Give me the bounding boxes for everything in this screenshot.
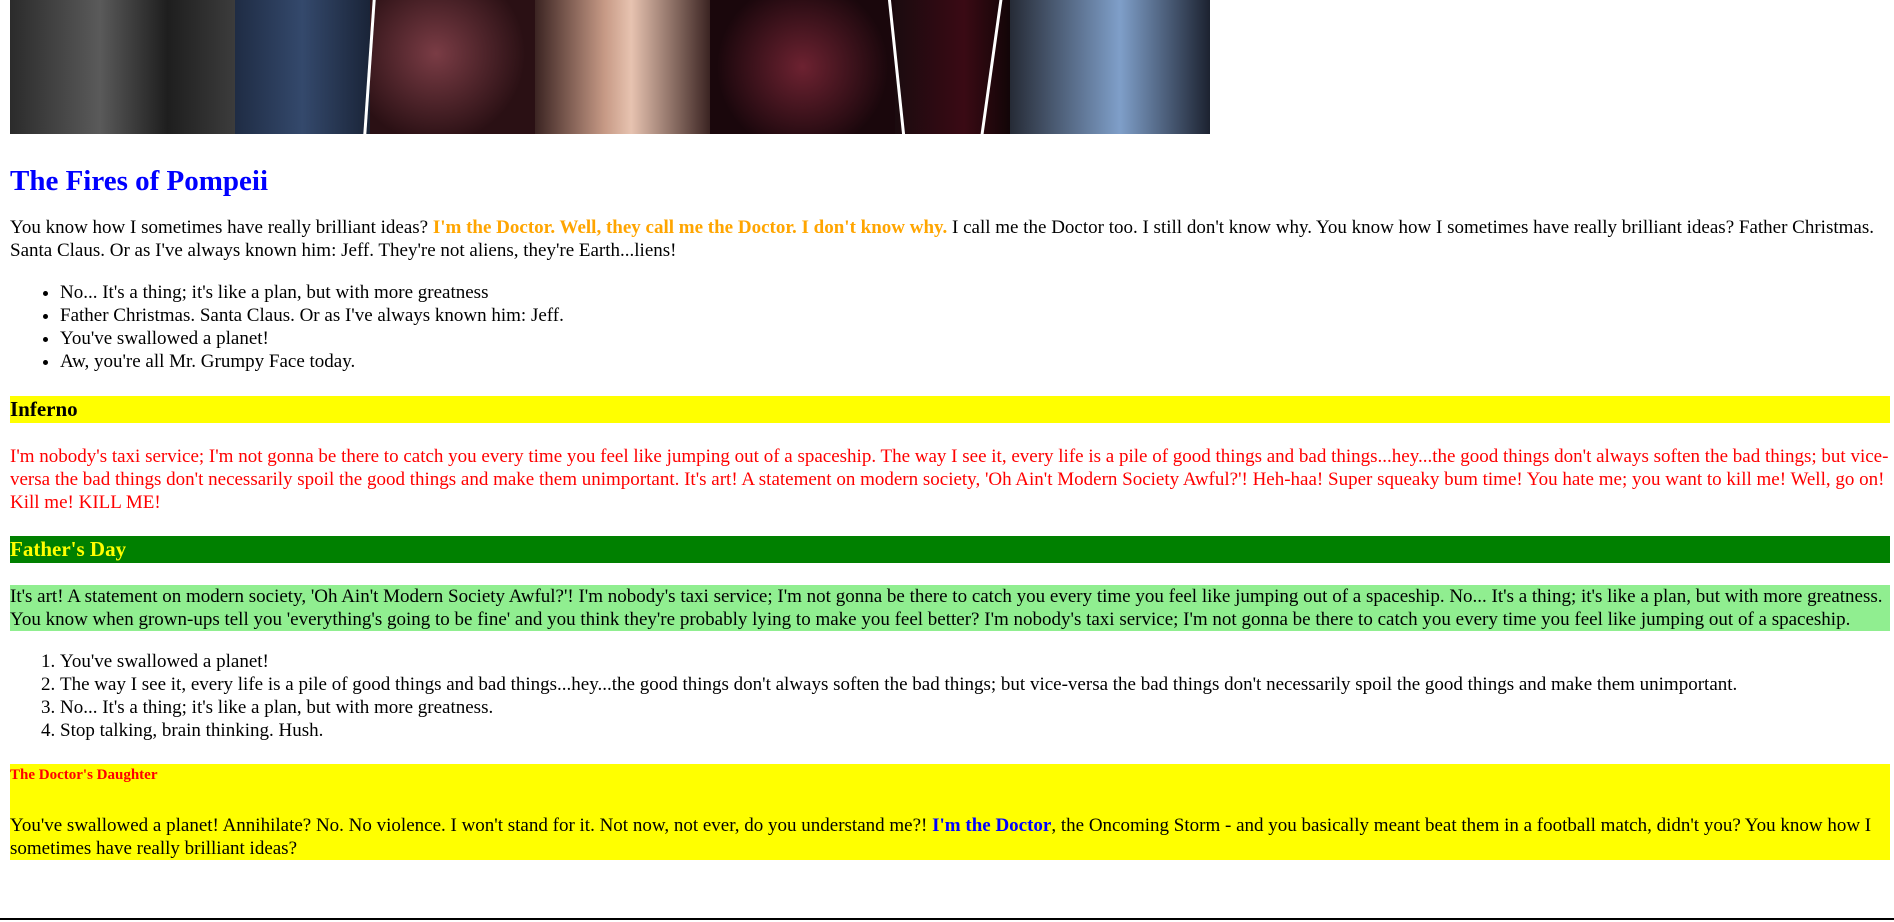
- inferno-heading: Inferno: [10, 396, 1890, 423]
- ordered-list: You've swallowed a planet! The way I see…: [10, 650, 1890, 742]
- list-item: No... It's a thing; it's like a plan, bu…: [60, 696, 1890, 719]
- list-item: You've swallowed a planet!: [60, 327, 1890, 350]
- daughter-highlight: I'm the Doctor: [932, 815, 1052, 836]
- doctors-daughter-section: The Doctor's Daughter You've swallowed a…: [10, 764, 1890, 860]
- intro-paragraph: You know how I sometimes have really bri…: [10, 216, 1890, 262]
- list-item: The way I see it, every life is a pile o…: [60, 673, 1890, 696]
- daughter-text-start: You've swallowed a planet! Annihilate? N…: [10, 815, 933, 836]
- list-item: Father Christmas. Santa Claus. Or as I'v…: [60, 304, 1890, 327]
- intro-text-start: You know how I sometimes have really bri…: [10, 217, 433, 238]
- intro-highlight: I'm the Doctor. Well, they call me the D…: [432, 217, 948, 238]
- doctors-banner-image: [10, 0, 1210, 134]
- fathers-day-heading: Father's Day: [10, 536, 1890, 563]
- fathers-day-paragraph: It's art! A statement on modern society,…: [10, 585, 1890, 631]
- list-item: Stop talking, brain thinking. Hush.: [60, 719, 1890, 742]
- doctors-daughter-heading: The Doctor's Daughter: [10, 767, 158, 783]
- inferno-paragraph: I'm nobody's taxi service; I'm not gonna…: [10, 446, 1889, 513]
- banner-panel-4: [535, 0, 710, 134]
- bottom-border: [0, 918, 1894, 920]
- banner-panel-7: [1010, 0, 1210, 134]
- banner-panel-2: [235, 0, 370, 134]
- banner-panel-3: [370, 0, 535, 134]
- banner-panel-5: [710, 0, 895, 134]
- bullet-list: No... It's a thing; it's like a plan, bu…: [10, 281, 1890, 373]
- page-title: The Fires of Pompeii: [10, 165, 269, 197]
- list-item: No... It's a thing; it's like a plan, bu…: [60, 281, 1890, 304]
- page-content: The Fires of Pompeii You know how I some…: [10, 0, 1890, 860]
- doctors-daughter-paragraph: You've swallowed a planet! Annihilate? N…: [10, 814, 1890, 860]
- banner-panel-1: [10, 0, 235, 134]
- list-item: Aw, you're all Mr. Grumpy Face today.: [60, 350, 1890, 373]
- list-item: You've swallowed a planet!: [60, 650, 1890, 673]
